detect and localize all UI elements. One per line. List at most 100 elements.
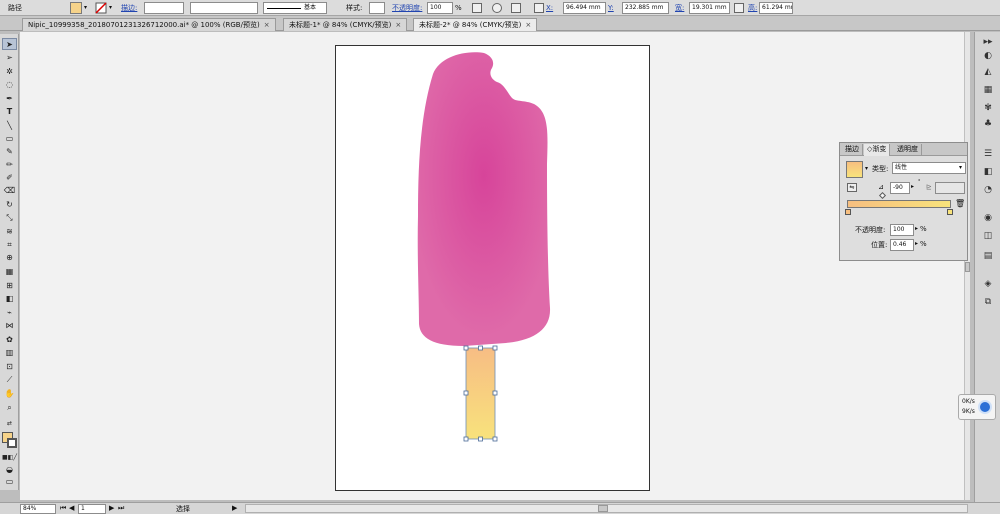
perspective-grid-tool-icon[interactable]: ▦: [2, 266, 17, 278]
swatches-panel-icon[interactable]: ▦: [981, 84, 995, 96]
stroke-weight-label[interactable]: 描边:: [121, 2, 137, 14]
artboard-tool-icon[interactable]: ⊡: [2, 361, 17, 373]
free-transform-tool-icon[interactable]: ⌗: [2, 239, 17, 251]
x-label[interactable]: X:: [546, 2, 553, 14]
panel-menu-icon[interactable]: ▸▸: [981, 36, 995, 48]
warp-tool-icon[interactable]: ≋: [2, 226, 17, 238]
stop-opacity-input[interactable]: 100: [890, 224, 914, 236]
opacity-input[interactable]: 100: [427, 2, 453, 14]
close-icon[interactable]: ×: [395, 21, 401, 29]
status-menu-icon[interactable]: ▶: [232, 504, 237, 512]
y-input[interactable]: 232.885 mm: [622, 2, 669, 14]
symbol-sprayer-tool-icon[interactable]: ✿: [2, 334, 17, 346]
direct-selection-tool-icon[interactable]: ➢: [2, 52, 17, 64]
y-label[interactable]: Y:: [608, 2, 614, 14]
canvas-workspace[interactable]: [20, 32, 970, 500]
first-artboard-icon[interactable]: ⏮: [60, 504, 66, 513]
color-guide-icon[interactable]: ◭: [981, 66, 995, 78]
reverse-gradient-icon[interactable]: ⇋: [847, 183, 857, 192]
symbols-panel-icon[interactable]: ♣: [981, 118, 995, 130]
tab-untitled-2[interactable]: 未标题-2* @ 84% (CMYK/预览) ×: [413, 18, 538, 31]
opacity-stepper-icon[interactable]: ▸: [915, 223, 918, 235]
gradient-panel-icon[interactable]: ◧: [981, 166, 995, 178]
opacity-label[interactable]: 不透明度:: [392, 2, 422, 14]
lasso-tool-icon[interactable]: ◌: [2, 79, 17, 91]
horizontal-scrollbar[interactable]: [245, 504, 968, 513]
fill-dropdown-icon[interactable]: ▾: [84, 2, 87, 14]
angle-dropdown-icon[interactable]: ▸: [911, 181, 914, 193]
eraser-tool-icon[interactable]: ⌫: [2, 185, 17, 197]
align-icon[interactable]: [511, 3, 521, 13]
vertical-scrollbar[interactable]: [964, 32, 970, 500]
next-artboard-icon[interactable]: ▶: [109, 504, 114, 512]
selection-tool-icon[interactable]: ➤: [2, 38, 17, 50]
previous-artboard-icon[interactable]: ◀: [69, 504, 74, 512]
height-label[interactable]: 高:: [748, 2, 757, 14]
eyedropper-tool-icon[interactable]: ⌁: [2, 307, 17, 319]
tab-gradient[interactable]: ◇渐变: [864, 144, 891, 156]
width-label[interactable]: 宽:: [675, 2, 684, 14]
type-tool-icon[interactable]: T: [2, 106, 17, 118]
gradient-angle-input[interactable]: -90: [890, 182, 910, 194]
stroke-weight-input[interactable]: [144, 2, 184, 14]
delete-stop-icon[interactable]: 🗑: [955, 200, 965, 208]
line-tool-icon[interactable]: ╲: [2, 120, 17, 132]
layers-panel-icon[interactable]: ◈: [981, 278, 995, 290]
network-speed-widget[interactable]: 0K/s 9K/s: [958, 394, 996, 420]
color-mode-buttons[interactable]: ■◧╱: [2, 452, 17, 464]
graphic-style-picker[interactable]: [369, 2, 385, 14]
gradient-stop-start[interactable]: [845, 209, 851, 215]
magic-wand-tool-icon[interactable]: ✲: [2, 66, 17, 78]
recolor-icon[interactable]: [472, 3, 482, 13]
width-input[interactable]: 19.301 mm: [689, 2, 730, 14]
midpoint-diamond[interactable]: [878, 191, 887, 200]
gradient-slider[interactable]: [847, 200, 951, 208]
column-graph-tool-icon[interactable]: ▥: [2, 347, 17, 359]
stroke-color-swatch[interactable]: [7, 438, 17, 448]
brushes-panel-icon[interactable]: ✾: [981, 102, 995, 114]
gradient-thumbnail[interactable]: [846, 161, 863, 178]
variable-width-select[interactable]: [190, 2, 258, 14]
brush-definition-select[interactable]: 基本: [263, 2, 327, 14]
fill-swatch[interactable]: [70, 2, 82, 14]
scale-tool-icon[interactable]: ⤡: [2, 212, 17, 224]
vertical-scroll-thumb[interactable]: [965, 262, 970, 272]
x-input[interactable]: 96.494 mm: [563, 2, 606, 14]
transform-reference-icon[interactable]: [534, 3, 544, 13]
zoom-tool-icon[interactable]: ⌕: [2, 402, 17, 414]
popsicle-body[interactable]: [417, 52, 551, 347]
rectangle-tool-icon[interactable]: ▭: [2, 133, 17, 145]
popsicle-stick[interactable]: [466, 348, 495, 439]
gradient-type-select[interactable]: 线性 ▾: [892, 162, 966, 174]
artboard-number-select[interactable]: 1: [78, 504, 106, 514]
artboards-panel-icon[interactable]: ⧉: [981, 296, 995, 308]
stroke-panel-icon[interactable]: ☰: [981, 148, 995, 160]
slice-tool-icon[interactable]: ⟋: [2, 374, 17, 386]
tab-stroke[interactable]: 描边: [842, 144, 863, 156]
blend-tool-icon[interactable]: ⋈: [2, 320, 17, 332]
drawing-mode-icon[interactable]: ◒: [2, 464, 17, 476]
align-panel-icon[interactable]: ▤: [981, 250, 995, 262]
graphic-styles-icon[interactable]: ◫: [981, 230, 995, 242]
swap-fill-stroke-icon[interactable]: ⇄: [2, 418, 17, 430]
hand-tool-icon[interactable]: ✋: [2, 388, 17, 400]
close-icon[interactable]: ×: [264, 21, 270, 29]
isolate-icon[interactable]: [492, 3, 502, 13]
pencil-tool-icon[interactable]: ✏: [2, 159, 17, 171]
gradient-thumbnail-dropdown-icon[interactable]: ▾: [865, 163, 868, 175]
height-input[interactable]: 61.294 mm: [759, 2, 793, 14]
artboard[interactable]: [335, 45, 650, 491]
screen-mode-icon[interactable]: ▭: [2, 476, 17, 488]
shape-builder-tool-icon[interactable]: ⊕: [2, 252, 17, 264]
gradient-stop-end[interactable]: [947, 209, 953, 215]
tab-untitled-1[interactable]: 未标题-1* @ 84% (CMYK/预览) ×: [283, 18, 408, 31]
popsicle-artwork[interactable]: [336, 46, 651, 492]
horizontal-scroll-thumb[interactable]: [598, 505, 608, 512]
blob-brush-tool-icon[interactable]: ✐: [2, 172, 17, 184]
constrain-link-icon[interactable]: [734, 3, 744, 13]
stop-location-input[interactable]: 0.46: [890, 239, 914, 251]
pen-tool-icon[interactable]: ✒: [2, 93, 17, 105]
paintbrush-tool-icon[interactable]: ✎: [2, 146, 17, 158]
location-stepper-icon[interactable]: ▸: [915, 238, 918, 250]
tab-nipic-document[interactable]: Nipic_10999358_20180701231326712000.ai* …: [22, 18, 276, 31]
